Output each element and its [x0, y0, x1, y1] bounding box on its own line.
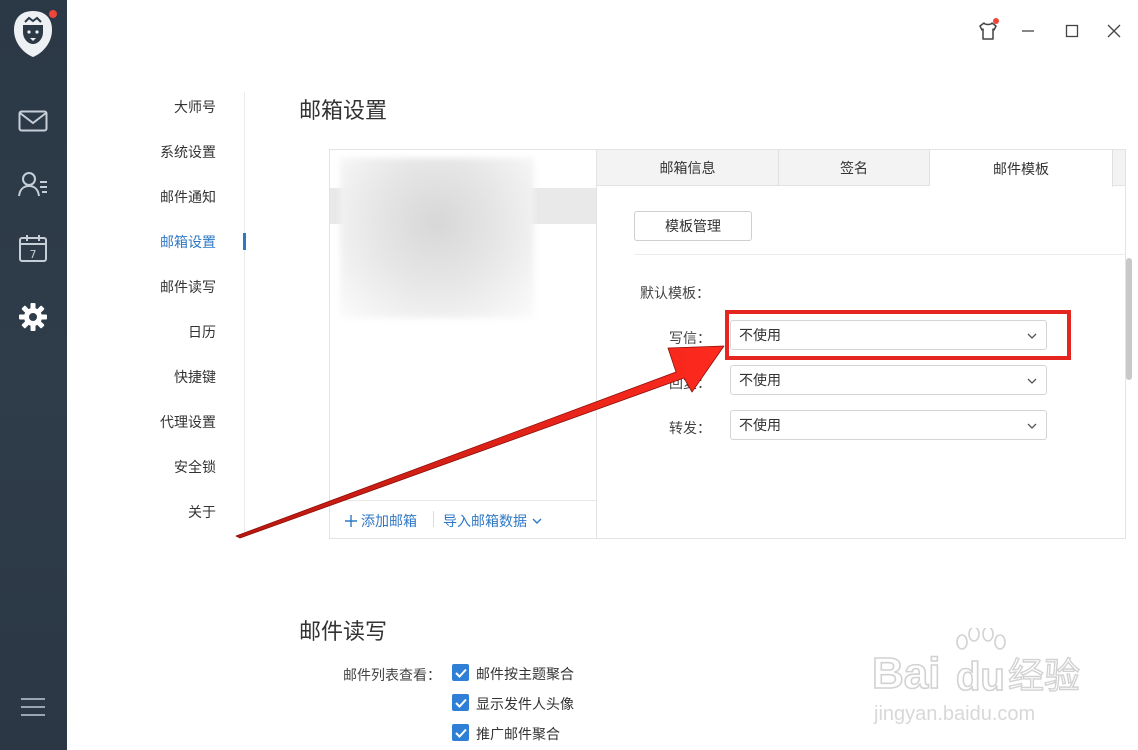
nav-item-shortcuts[interactable]: 快捷键: [174, 367, 216, 387]
checkbox-sender-avatar[interactable]: [452, 694, 469, 711]
plus-icon: [345, 515, 357, 527]
chevron-down-icon: [532, 518, 542, 524]
svg-text:经验: 经验: [1008, 656, 1080, 697]
nav-item-about[interactable]: 关于: [188, 502, 216, 522]
import-mailbox-data-link[interactable]: 导入邮箱数据: [443, 511, 542, 531]
forward-template-value: 不使用: [739, 418, 781, 434]
nav-active-marker: [243, 233, 246, 250]
tab-mail-template[interactable]: 邮件模板: [930, 150, 1113, 187]
nav-item-mail-read-write[interactable]: 邮件读写: [160, 277, 216, 297]
template-manage-button[interactable]: 模板管理: [634, 211, 752, 241]
nav-item-system-settings[interactable]: 系统设置: [160, 142, 216, 162]
nav-item-proxy-settings[interactable]: 代理设置: [160, 412, 216, 432]
mail-list-view-label: 邮件列表查看：: [343, 668, 441, 684]
account-footer-divider: [330, 500, 596, 501]
add-mailbox-label: 添加邮箱: [361, 514, 417, 530]
forward-label: 转发：: [669, 421, 711, 437]
chevron-down-icon: [1027, 378, 1037, 384]
sender-avatar-label: 显示发件人头像: [476, 697, 574, 713]
nav-item-mailbox-settings[interactable]: 邮箱设置: [160, 232, 216, 252]
svg-text:jingyan.baidu.com: jingyan.baidu.com: [873, 703, 1035, 725]
calendar-icon[interactable]: 7: [14, 229, 52, 267]
reply-label: 回复：: [669, 376, 711, 392]
promo-grouping-label: 推广邮件聚合: [476, 727, 560, 743]
section-title-mailbox: 邮箱设置: [299, 99, 388, 124]
checkbox-thread-grouping[interactable]: [452, 664, 469, 681]
nav-item-security-lock[interactable]: 安全锁: [174, 457, 216, 477]
nav-divider: [244, 92, 245, 532]
baidu-watermark: Bai du 经验 jingyan.baidu.com: [871, 628, 1080, 725]
reply-template-select[interactable]: 不使用: [730, 365, 1047, 395]
compose-label: 写信：: [669, 331, 711, 347]
svg-text:du: du: [956, 655, 1005, 699]
logo-icon[interactable]: [13, 10, 53, 58]
forward-template-select[interactable]: 不使用: [730, 410, 1047, 440]
close-icon[interactable]: [1101, 18, 1127, 44]
nav-item-calendar[interactable]: 日历: [188, 322, 216, 342]
scrollbar-thumb[interactable]: [1126, 258, 1132, 380]
check-icon: [454, 728, 467, 738]
menu-icon[interactable]: [14, 688, 52, 726]
svg-text:7: 7: [30, 248, 37, 261]
minimize-icon[interactable]: [1015, 18, 1041, 44]
gear-icon[interactable]: [14, 298, 52, 336]
thread-grouping-label: 邮件按主题聚合: [476, 667, 574, 683]
blurred-account-info: [340, 158, 534, 318]
nav-item-mail-notification[interactable]: 邮件通知: [160, 187, 216, 207]
tab-signature[interactable]: 签名: [779, 150, 930, 186]
skin-notification-dot: [993, 18, 999, 24]
footer-separator: [433, 511, 434, 527]
annotation-highlight-box: [725, 310, 1071, 360]
add-mailbox-link[interactable]: 添加邮箱: [345, 511, 417, 531]
left-rail: 7: [0, 0, 67, 750]
tab-bar-edge: [1112, 150, 1113, 186]
reply-template-value: 不使用: [739, 373, 781, 389]
notification-dot: [49, 10, 57, 18]
template-divider: [634, 254, 1126, 255]
maximize-icon[interactable]: [1059, 18, 1085, 44]
check-icon: [454, 668, 467, 678]
contacts-icon[interactable]: [14, 165, 52, 203]
panel-divider: [596, 150, 597, 538]
import-mailbox-data-label: 导入邮箱数据: [443, 514, 527, 530]
tab-mailbox-info[interactable]: 邮箱信息: [597, 150, 779, 186]
mail-icon[interactable]: [14, 102, 52, 140]
section-title-read-write: 邮件读写: [299, 620, 388, 645]
default-template-label: 默认模板：: [640, 286, 710, 302]
check-icon: [454, 698, 467, 708]
checkbox-promo-grouping[interactable]: [452, 724, 469, 741]
chevron-down-icon: [1027, 423, 1037, 429]
nav-item-master-account[interactable]: 大师号: [174, 97, 216, 117]
svg-text:Bai: Bai: [872, 649, 940, 698]
